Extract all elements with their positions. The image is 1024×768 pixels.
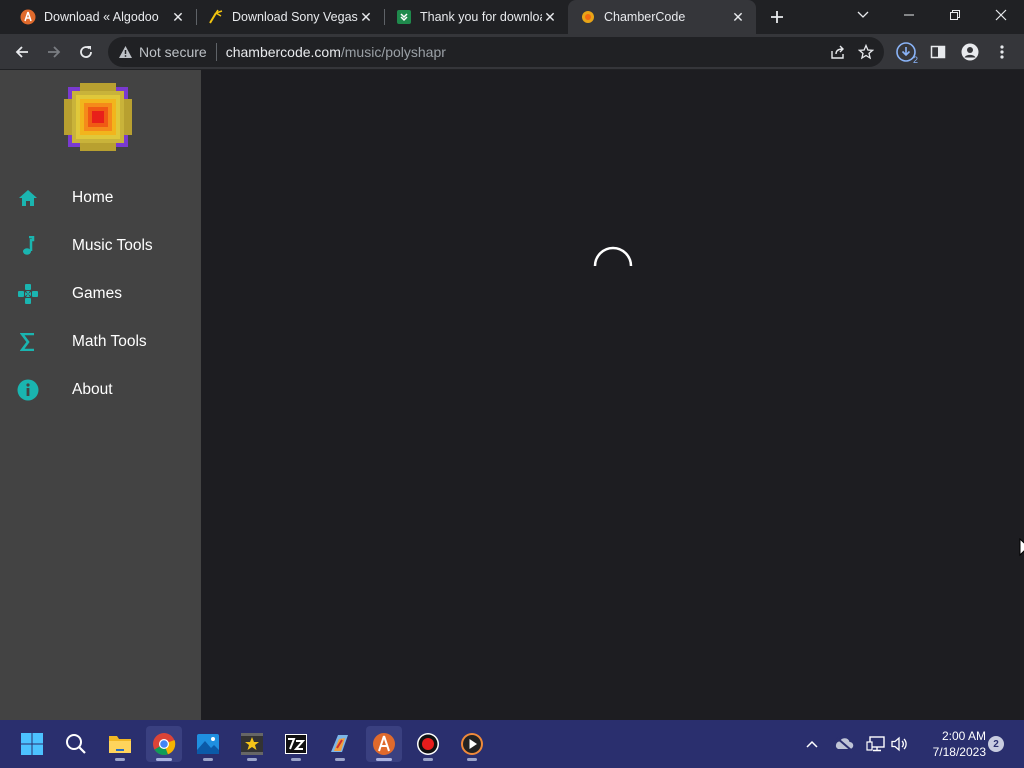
home-icon [17,187,39,209]
forward-button[interactable] [40,38,68,66]
restore-button[interactable] [932,0,978,30]
vegas-icon [208,9,224,25]
paint-icon[interactable] [322,726,358,762]
minimize-button[interactable] [886,0,932,30]
download-site-icon [396,9,412,25]
search-icon[interactable] [58,726,94,762]
new-tab-button[interactable] [763,3,791,31]
taskbar-clock[interactable]: 2:00 AM 7/18/2023 [916,728,986,760]
volume-icon[interactable] [888,732,912,756]
sidebar-item-label: Math Tools [72,333,147,350]
menu-button[interactable] [988,38,1016,66]
url-path[interactable]: /music/polyshapr [341,44,446,60]
back-button[interactable] [8,38,36,66]
browser-tab-strip: Download « Algodoo ✕ Download Sony Vegas… [0,0,1024,34]
sigma-icon [17,331,39,353]
warning-icon[interactable] [118,45,133,59]
info-icon [17,379,39,401]
sidebar-item-label: Music Tools [72,237,153,254]
running-indicator [291,758,301,761]
main-content [201,70,1024,720]
downloads-badge: 2 [912,55,918,65]
record-icon[interactable] [410,726,446,762]
running-indicator [423,758,433,761]
sidebar-item-label: Home [72,189,114,206]
7zip-icon[interactable] [278,726,314,762]
url-host[interactable]: chambercode.com [226,44,341,60]
close-icon[interactable]: ✕ [170,9,186,25]
running-indicator [203,758,213,761]
downloads-button[interactable]: 2 [892,38,920,66]
tab-title: Download « Algodoo [44,10,159,24]
sidebar-item-home[interactable]: Home [0,174,201,222]
tab-algodoo[interactable]: Download « Algodoo ✕ [12,0,194,34]
running-indicator [247,758,257,761]
onedrive-offline-icon[interactable] [832,732,856,756]
tab-separator [196,9,197,25]
chambercode-icon [580,9,596,25]
sidebar-item-label: Games [72,285,122,302]
tab-chambercode[interactable]: ChamberCode ✕ [568,0,756,34]
close-window-button[interactable] [978,0,1024,30]
clock-date: 7/18/2023 [932,745,986,759]
sidebar-item-math-tools[interactable]: Math Tools [0,318,201,366]
running-indicator [467,758,477,761]
gamepad-icon [17,283,39,305]
close-icon[interactable]: ✕ [542,9,558,25]
sidebar-item-music-tools[interactable]: Music Tools [0,222,201,270]
photos-icon[interactable] [190,726,226,762]
reload-button[interactable] [72,38,100,66]
close-icon[interactable]: ✕ [730,9,746,25]
tab-separator [384,9,385,25]
browser-toolbar: Not secure chambercode.com/music/polysha… [0,34,1024,70]
profile-button[interactable] [956,38,984,66]
algodoo-icon [20,9,36,25]
taskbar: 2:00 AM 7/18/2023 2 [0,720,1024,768]
tab-sony-vegas[interactable]: Download Sony Vegas ✕ [200,0,382,34]
sidebar-item-label: About [72,381,113,398]
close-icon[interactable]: ✕ [358,9,374,25]
start-icon[interactable] [14,726,50,762]
sidebar-item-games[interactable]: Games [0,270,201,318]
loading-spinner-icon [591,244,635,288]
mouse-cursor-icon [1019,537,1024,560]
sidebar: Home Music Tools Games Math Tools About [0,70,201,720]
divider [215,43,217,61]
tab-title: ChamberCode [604,10,686,24]
file-explorer-icon[interactable] [102,726,138,762]
security-label[interactable]: Not secure [139,44,207,60]
address-bar[interactable]: Not secure chambercode.com/music/polysha… [108,37,884,67]
network-icon[interactable] [864,732,888,756]
music-note-icon [17,235,39,257]
algodoo-icon[interactable] [366,726,402,762]
running-indicator [115,758,125,761]
tab-title: Thank you for downloa [420,10,542,24]
running-indicator [376,758,392,761]
media-player-icon[interactable] [454,726,490,762]
movie-maker-icon[interactable] [234,726,270,762]
sidebar-item-about[interactable]: About [0,366,201,414]
tab-thank-you[interactable]: Thank you for downloa ✕ [388,0,566,34]
share-icon[interactable] [830,44,846,60]
tab-search-button[interactable] [840,0,886,30]
bookmark-star-icon[interactable] [858,44,874,60]
show-hidden-icons-chevron-icon[interactable] [800,732,824,756]
notification-badge[interactable]: 2 [988,736,1004,752]
running-indicator [335,758,345,761]
running-indicator [156,758,172,761]
chambercode-logo[interactable] [64,82,132,152]
side-panel-button[interactable] [924,38,952,66]
chrome-icon[interactable] [146,726,182,762]
tab-title: Download Sony Vegas [232,10,358,24]
clock-time: 2:00 AM [941,729,986,743]
